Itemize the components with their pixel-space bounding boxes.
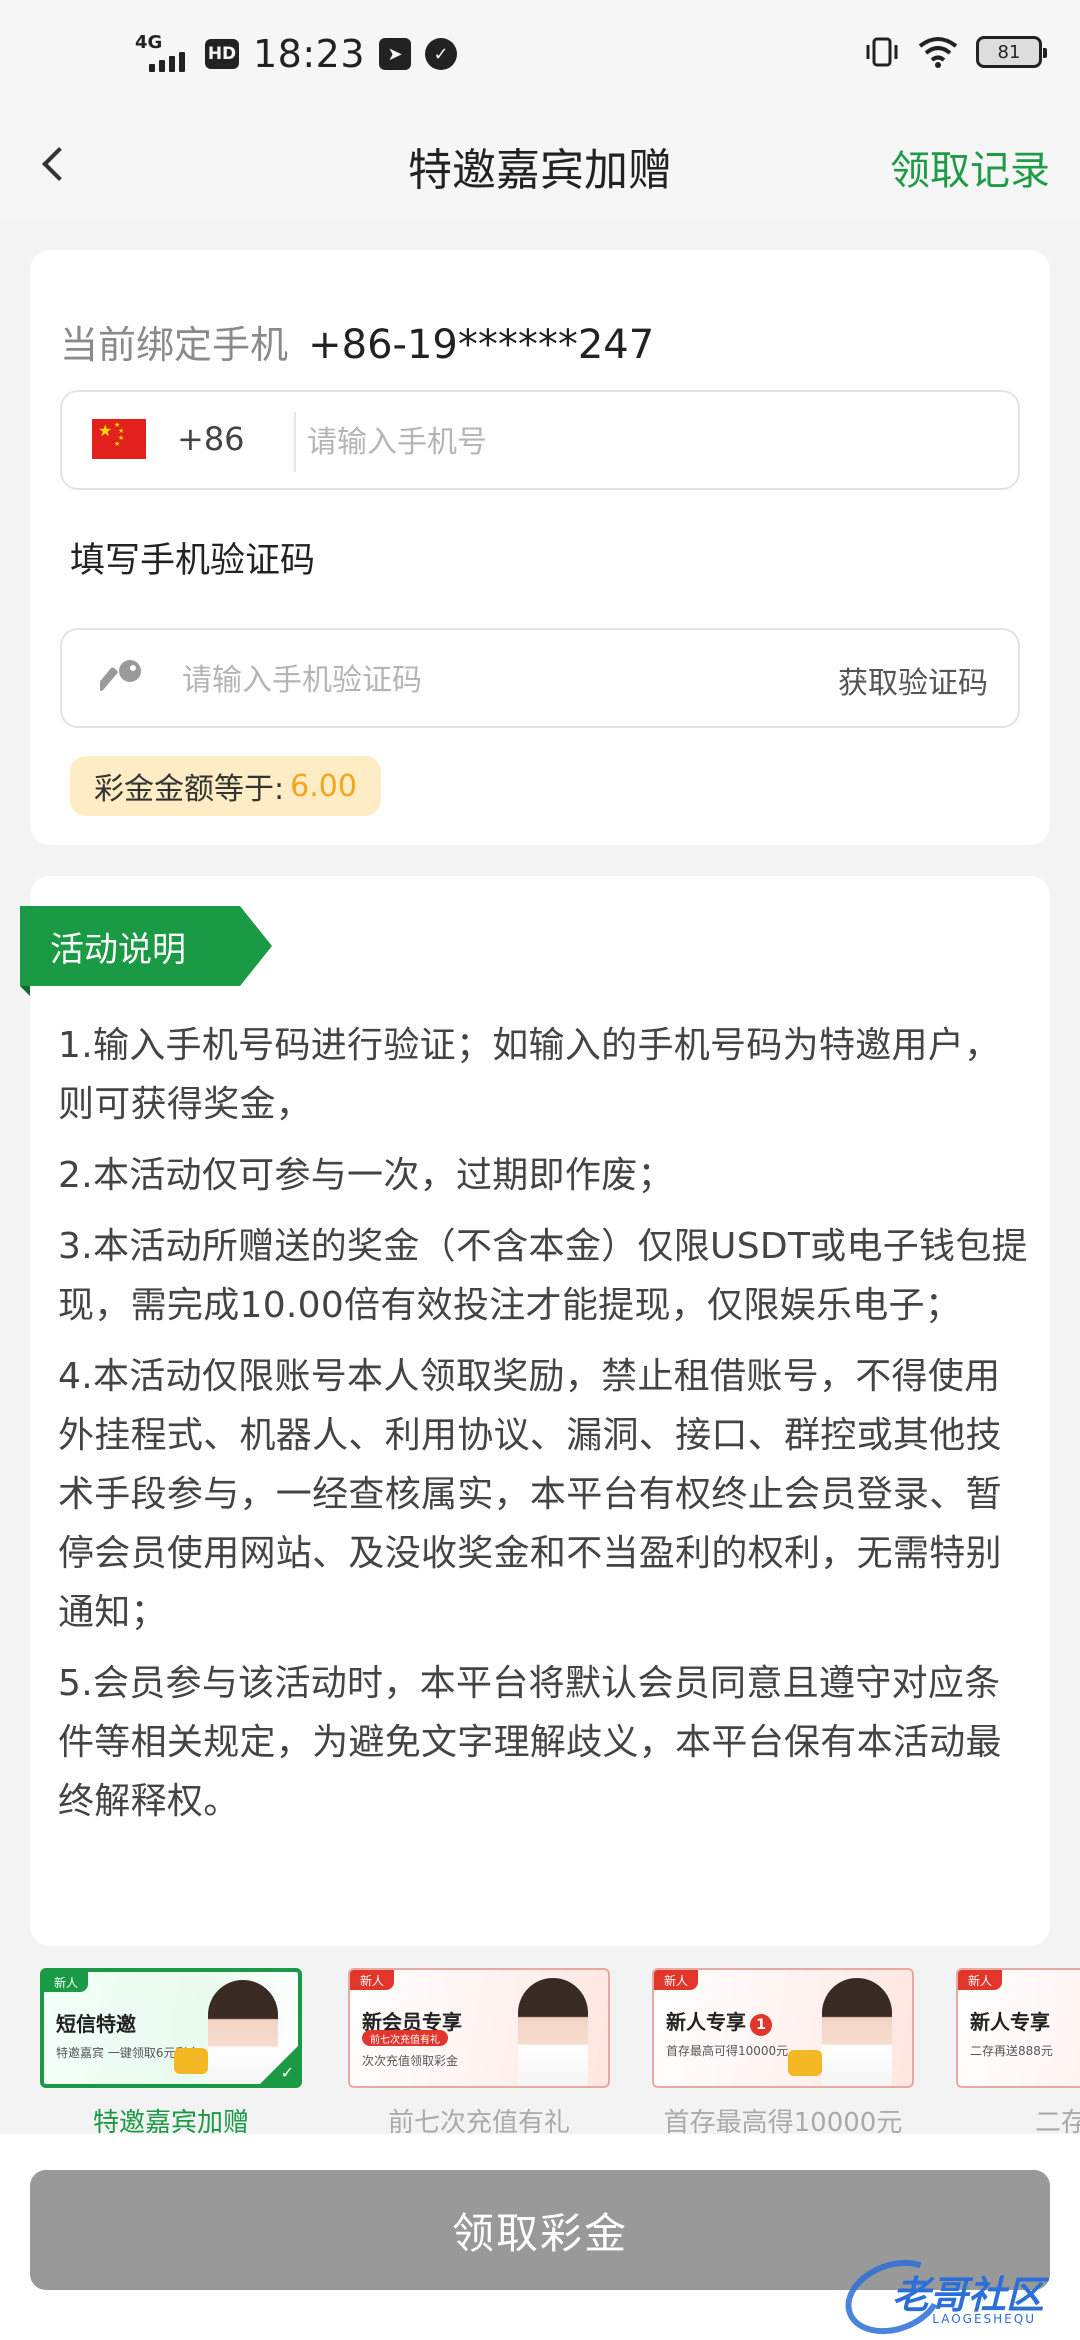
bound-phone-number: +86-19******247 [308,322,655,368]
watermark-text: 老哥社区 [891,2273,1044,2317]
code-input[interactable] [182,650,742,710]
top-nav-bar: 特邀嘉宾加赠 领取记录 [0,110,1080,220]
vibrate-icon [866,37,898,67]
rule-item: 5.会员参与该活动时，本平台将默认会员同意且遵守对应条件等相关规定，为避免文字理… [58,1663,1002,1822]
network-type: 4G [135,32,163,53]
battery-icon: 81 [976,36,1047,68]
gold-coin-icon [174,2048,208,2074]
banner-title: 新人专享 [970,2010,1050,2034]
status-left: 4G HD 18:23 ➤ ✓ [135,32,458,76]
bonus-amount: 6.00 [290,768,357,804]
model-image [208,1980,278,2084]
key-icon [100,660,141,691]
check-circle-icon: ✓ [425,38,458,70]
bonus-amount-badge: 彩金金额等于: 6.00 [70,756,381,816]
bound-phone-row: 当前绑定手机 +86-19******247 [60,314,654,369]
wifi-icon [918,37,958,68]
step-one-badge: 1 [750,2014,772,2036]
banner-caption[interactable]: 首存最高得10000元 [652,2102,914,2134]
new-badge: 新人 [350,1970,395,1990]
china-flag-icon[interactable]: ★ ★ ★ ★ ★ [92,419,146,459]
status-right: 81 [864,36,1047,68]
promo-banner-sms-invite[interactable]: 新人 短信特邀 特邀嘉宾 一键领取6元彩金 ✓ [40,1968,302,2088]
rule-item: 4.本活动仅限账号本人领取奖励，禁止租借账号，不得使用外挂程式、机器人、利用协议… [58,1356,1002,1633]
tag-fold [20,986,30,996]
verification-card: 当前绑定手机 +86-19******247 ★ ★ ★ ★ ★ +86 填写手… [30,250,1050,845]
new-badge: 新人 [958,1970,1003,1990]
banner-title: 新人专享 1 [666,2006,772,2036]
phone-input[interactable] [307,412,997,472]
bottom-bar: 领取彩金 老哥社区 LAOGESHEQU [0,2134,1080,2340]
banner-caption[interactable]: 二存再送 [956,2102,1080,2134]
activity-tag: 活动说明 [20,906,272,986]
signal-icon: 4G [135,34,191,74]
code-section-label: 填写手机验证码 [70,541,316,581]
records-link[interactable]: 领取记录 [890,138,1050,196]
rule-item: 1.输入手机号码进行验证；如输入的手机号码为特邀用户，则可获得奖金， [58,1025,1001,1125]
watermark-subtext: LAOGESHEQU [932,2312,1036,2326]
get-code-button[interactable]: 获取验证码 [838,658,988,702]
battery-level: 81 [997,41,1021,63]
new-badge: 新人 [654,1970,699,1990]
banner-subtitle: 二存再送888元 [970,2044,1053,2058]
promo-banner-strip: 新人 短信特邀 特邀嘉宾 一键领取6元彩金 ✓ 特邀嘉宾加赠 新人 新会员专享 … [0,1964,1080,2134]
rule-item: 3.本活动所赠送的奖金（不含本金）仅限USDT或电子钱包提现，需完成10.00倍… [58,1226,1028,1326]
field-divider [294,412,296,472]
rule-item: 2.本活动仅可参与一次，过期即作废； [58,1155,674,1196]
banner-title: 短信特邀 [56,2012,136,2036]
phone-field-container: ★ ★ ★ ★ ★ +86 [60,390,1020,490]
gold-coin-icon [788,2050,822,2076]
status-bar: 4G HD 18:23 ➤ ✓ 81 [0,0,1080,110]
hd-icon: HD [205,39,239,69]
bonus-label: 彩金金额等于: [94,772,285,807]
banner-caption[interactable]: 特邀嘉宾加赠 [40,2102,302,2134]
banner-pill: 前七次充值有礼 [362,2030,448,2046]
banner-subtitle: 次次充值领取彩金 [362,2054,459,2068]
bound-phone-label: 当前绑定手机 [60,323,289,367]
model-image [518,1978,588,2086]
activity-card: 活动说明 1.输入手机号码进行验证；如输入的手机号码为特邀用户，则可获得奖金， … [20,876,1050,1946]
telegram-icon: ➤ [379,38,412,70]
activity-rules: 1.输入手机号码进行验证；如输入的手机号码为特邀用户，则可获得奖金， 2.本活动… [58,1016,1033,1843]
code-field-container: 获取验证码 [60,628,1020,728]
model-image [822,1978,892,2086]
promo-banner-new-member[interactable]: 新人 新会员专享 前七次充值有礼 次次充值领取彩金 [348,1968,610,2088]
new-badge: 新人 [44,1972,89,1992]
promo-banner-second-deposit[interactable]: 新人 新人专享 二存再送888元 [956,1968,1080,2088]
promo-banner-first-deposit[interactable]: 新人 新人专享 1 首存最高可得10000元 [652,1968,914,2088]
watermark-logo: 老哥社区 LAOGESHEQU [835,2247,1066,2340]
banner-caption[interactable]: 前七次充值有礼 [348,2102,610,2134]
status-time: 18:23 [253,32,366,76]
country-code[interactable]: +86 [177,420,245,458]
banner-subtitle: 首存最高可得10000元 [666,2044,789,2058]
